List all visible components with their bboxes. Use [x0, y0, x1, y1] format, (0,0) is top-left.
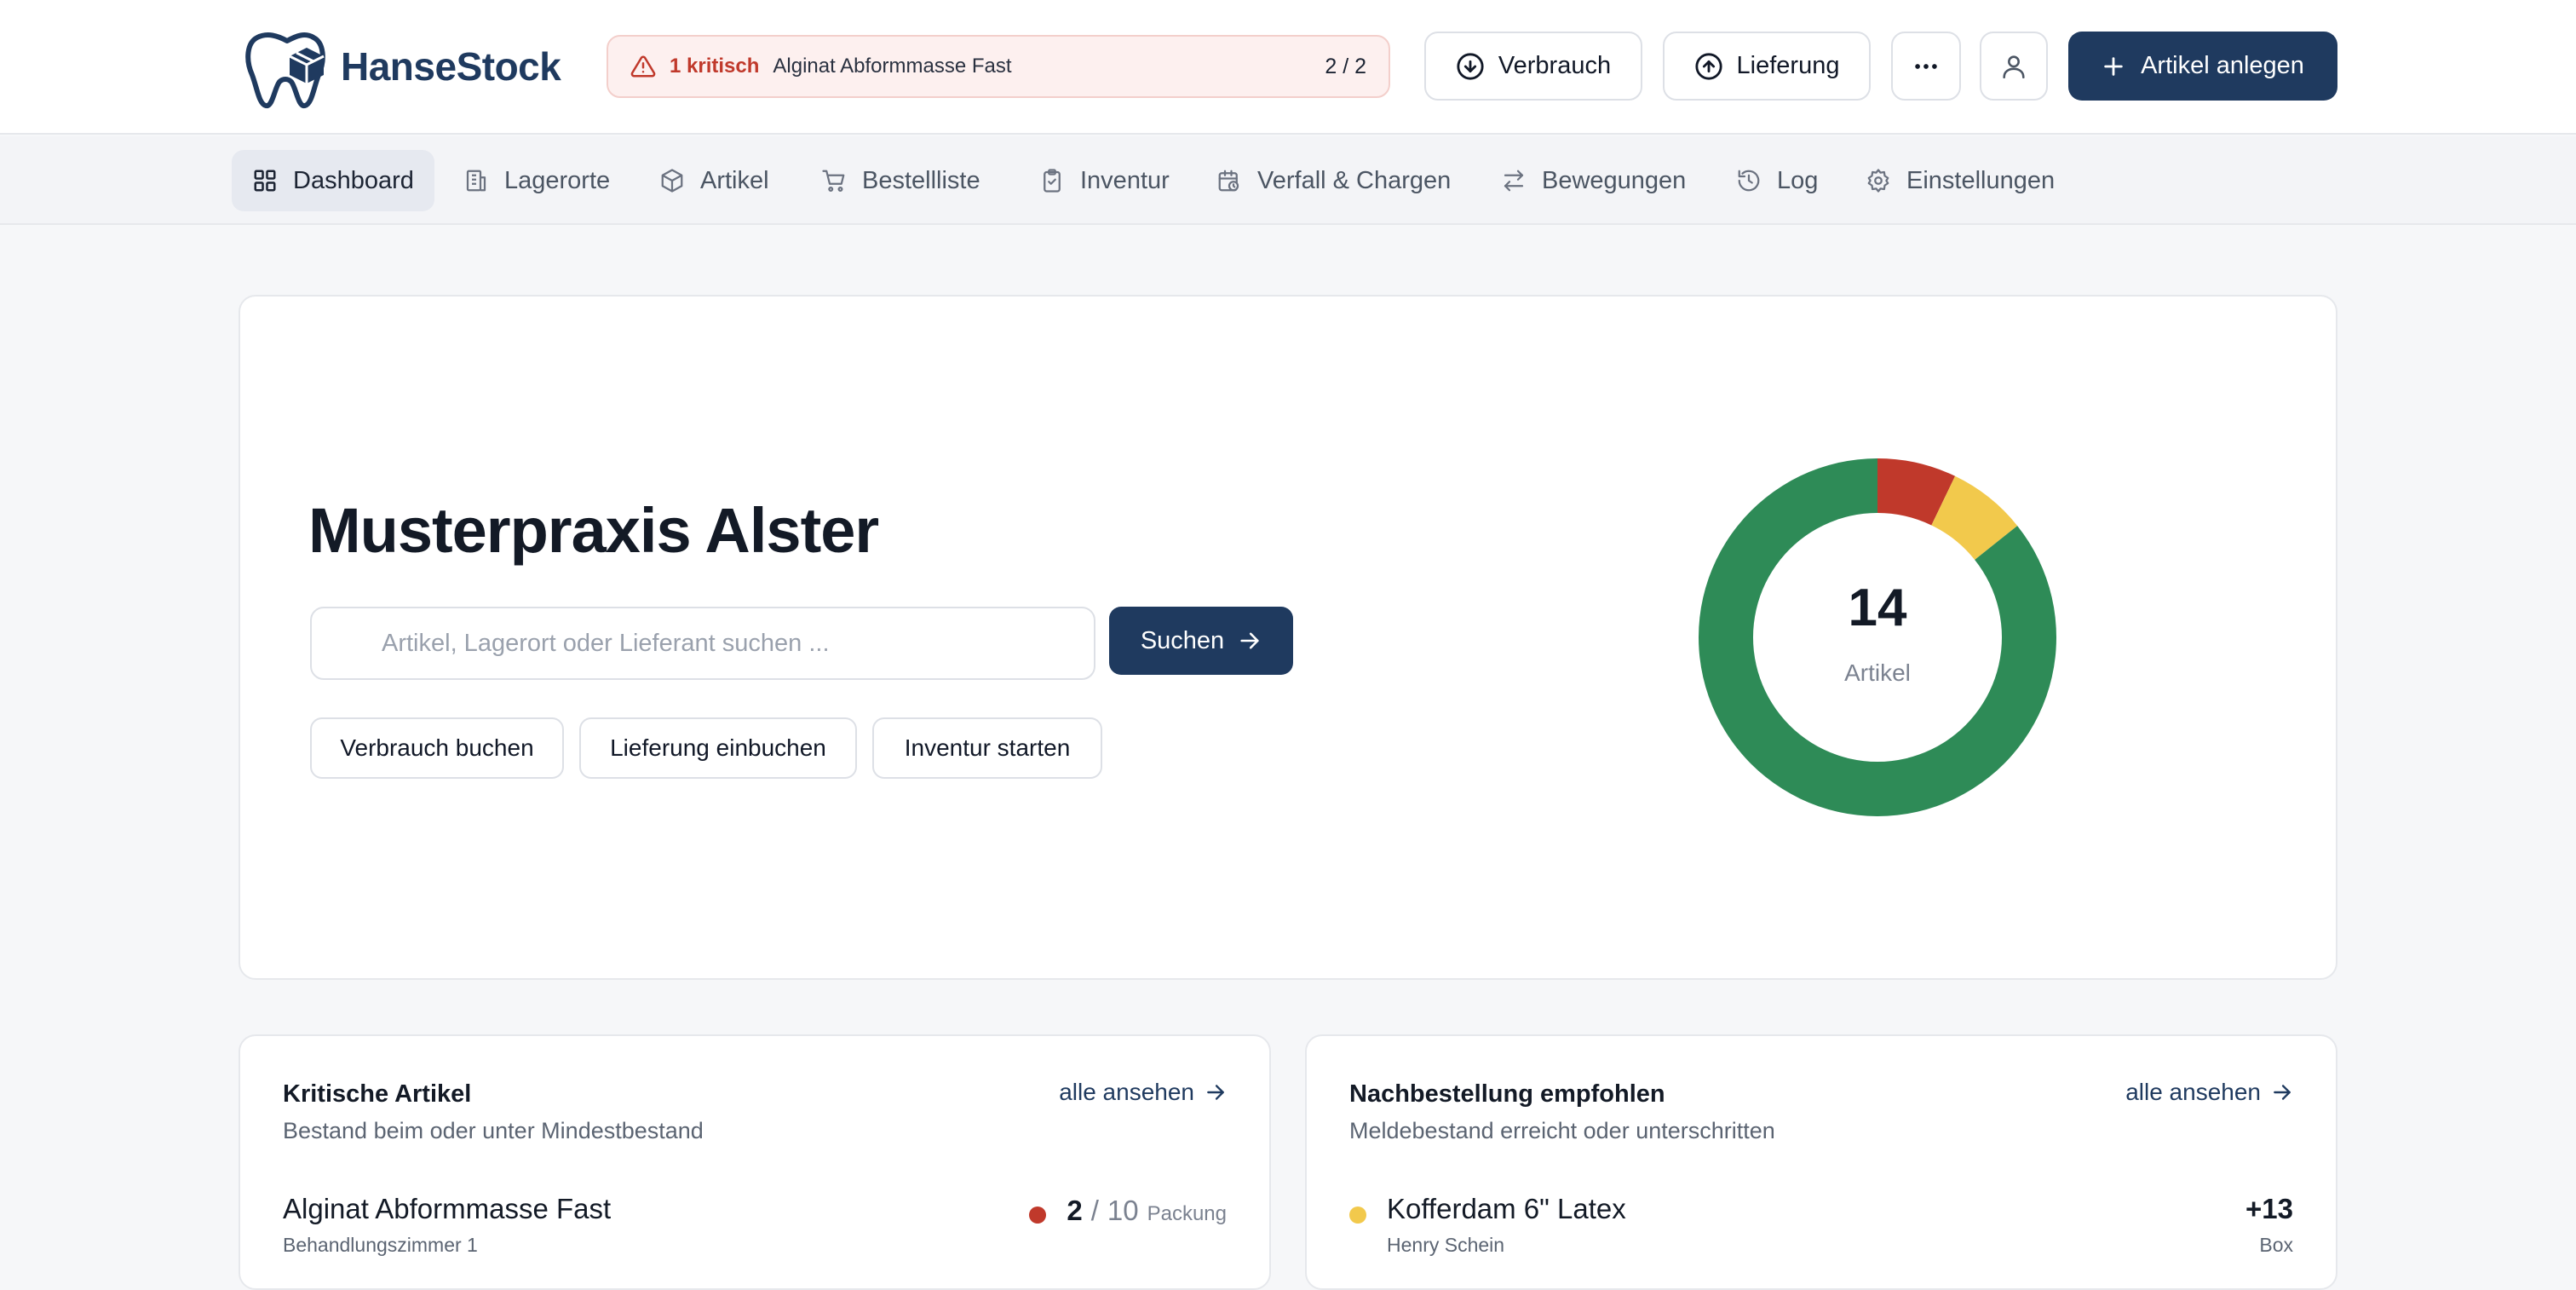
verbrauch-button[interactable]: Verbrauch [1424, 32, 1642, 101]
arrow-right-icon [1240, 632, 1259, 649]
critical-articles-card: Kritische Artikel Bestand beim oder unte… [239, 1034, 1271, 1290]
nav-item-lagerorte[interactable]: Lagerorte [443, 150, 630, 211]
nav-item-dashboard[interactable]: Dashboard [232, 150, 434, 211]
status-dot-warning [1349, 1206, 1366, 1224]
nav-label: Einstellungen [1906, 166, 2056, 194]
stock-separator: / [1090, 1195, 1099, 1226]
nav-item-bestellliste[interactable]: Bestellliste [801, 150, 1001, 211]
search-input[interactable] [310, 607, 1095, 680]
main-navigation: Dashboard Lagerorte Artikel Bestellliste… [0, 136, 2576, 225]
add-article-button[interactable]: Artikel anlegen [2068, 32, 2337, 101]
lieferung-button[interactable]: Lieferung [1663, 32, 1871, 101]
status-dot-critical [1029, 1206, 1046, 1224]
view-all-critical-link[interactable]: alle ansehen [1059, 1079, 1227, 1106]
critical-item-stock: 2 / 10 Packung [1067, 1195, 1227, 1227]
nav-label: Artikel [700, 166, 769, 194]
stock-unit: Packung [1147, 1202, 1227, 1225]
link-label: alle ansehen [1059, 1079, 1194, 1105]
reorder-item-unit: Box [2259, 1234, 2293, 1256]
plus-icon [2104, 56, 2123, 76]
tooth-box-logo-icon [245, 32, 325, 108]
stock-current: 2 [1067, 1195, 1083, 1226]
alert-item-name: Alginat Abformmasse Fast [773, 55, 1012, 78]
arrow-right-icon [2274, 1085, 2291, 1100]
clipboard-check-icon [1044, 169, 1061, 193]
link-label: alle ansehen [2125, 1079, 2261, 1105]
nav-item-inventur[interactable]: Inventur [1019, 150, 1190, 211]
nav-item-artikel[interactable]: Artikel [639, 150, 790, 211]
nav-item-einstellungen[interactable]: Einstellungen [1845, 150, 2075, 211]
inventur-starten-button[interactable]: Inventur starten [872, 717, 1102, 779]
nav-label: Bewegungen [1542, 166, 1687, 194]
view-all-reorder-link[interactable]: alle ansehen [2125, 1079, 2293, 1106]
verbrauch-buchen-button[interactable]: Verbrauch buchen [310, 717, 564, 779]
nav-label: Log [1777, 166, 1819, 194]
card-subtitle: Bestand beim oder unter Mindestbestand [283, 1118, 704, 1143]
nav-label: Dashboard [293, 166, 414, 194]
search-button-label: Suchen [1140, 626, 1225, 654]
dashboard-hero-card: Musterpraxis Alster Suchen Verbrauch buc… [239, 295, 2337, 980]
box-icon [661, 169, 683, 193]
building-icon [466, 170, 486, 192]
nav-item-verfall-chargen[interactable]: Verfall & Chargen [1196, 150, 1471, 211]
verbrauch-label: Verbrauch [1498, 52, 1612, 79]
calendar-clock-icon [1218, 170, 1239, 192]
page-title: Musterpraxis Alster [308, 495, 879, 566]
card-title: Nachbestellung empfohlen [1349, 1080, 1665, 1108]
critical-count: 1 kritisch [670, 55, 760, 78]
donut-center-label: Artikel [1844, 659, 1911, 686]
more-options-button[interactable] [1891, 32, 1961, 101]
reorder-item-name[interactable]: Kofferdam 6" Latex [1387, 1193, 1626, 1225]
donut-total: 14 [1848, 579, 1907, 637]
arrow-down-circle-icon [1457, 52, 1484, 80]
arrows-swap-icon [1504, 170, 1524, 192]
card-title: Kritische Artikel [283, 1080, 472, 1108]
grid-icon [254, 170, 276, 192]
nav-label: Inventur [1080, 166, 1170, 194]
arrow-up-circle-icon [1694, 52, 1722, 80]
nav-label: Bestellliste [862, 166, 980, 194]
stock-minimum: 10 [1107, 1195, 1139, 1226]
nav-label: Lagerorte [504, 166, 611, 194]
critical-item-name[interactable]: Alginat Abformmasse Fast [283, 1193, 611, 1225]
gear-icon [1867, 169, 1889, 193]
reorder-item-quantity: +13 [2245, 1193, 2293, 1224]
arrow-right-icon [1207, 1085, 1224, 1100]
history-icon [1738, 170, 1760, 192]
nav-item-log[interactable]: Log [1716, 150, 1838, 211]
app-name: HanseStock [341, 44, 561, 89]
add-article-label: Artikel anlegen [2141, 52, 2304, 79]
cart-icon [822, 170, 845, 192]
alert-counter: 2 / 2 [1325, 54, 1366, 78]
nav-item-bewegungen[interactable]: Bewegungen [1481, 150, 1706, 211]
app-logo[interactable]: HanseStock [240, 22, 561, 111]
lieferung-einbuchen-button[interactable]: Lieferung einbuchen [579, 717, 857, 779]
user-icon [2003, 55, 2025, 78]
more-horizontal-icon [1915, 63, 1937, 69]
search-button[interactable]: Suchen [1109, 607, 1293, 675]
nav-label: Verfall & Chargen [1257, 166, 1452, 194]
top-header: HanseStock 1 kritisch Alginat Abformmass… [0, 0, 2576, 135]
warning-triangle-icon [630, 55, 656, 78]
card-subtitle: Meldebestand erreicht oder unterschritte… [1349, 1118, 1775, 1143]
lieferung-label: Lieferung [1736, 52, 1840, 79]
critical-alert-banner[interactable]: 1 kritisch Alginat Abformmasse Fast 2 / … [607, 35, 1390, 98]
reorder-item-supplier: Henry Schein [1387, 1234, 1505, 1256]
user-menu-button[interactable] [1980, 32, 2048, 101]
reorder-recommended-card: Nachbestellung empfohlen Meldebestand er… [1305, 1034, 2337, 1290]
critical-item-location: Behandlungszimmer 1 [283, 1234, 478, 1256]
